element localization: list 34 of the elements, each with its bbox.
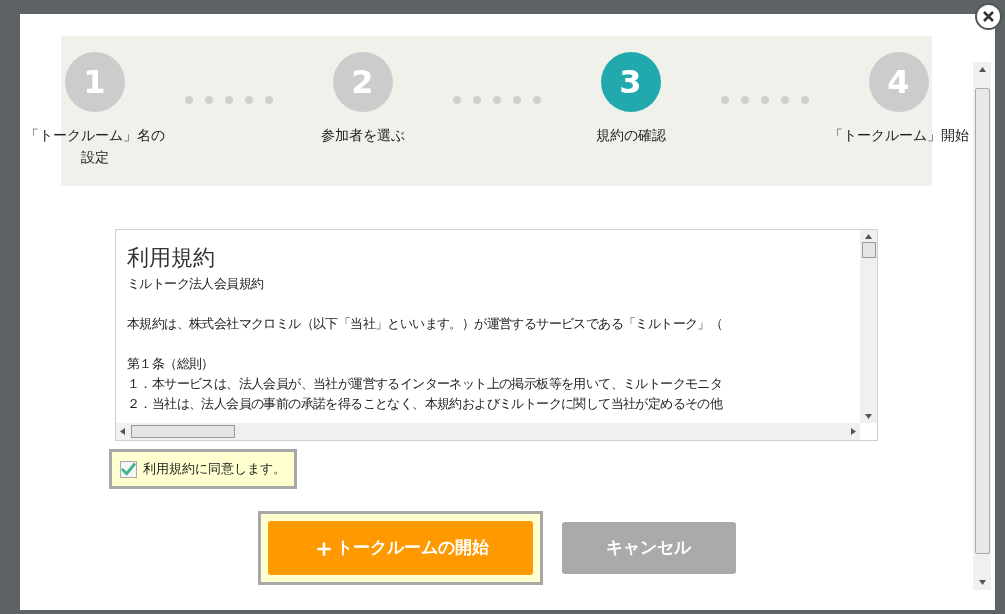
terms-text: １．本サービスは、法人会員が、当社が運営するインターネット上の掲示板等を用いて、ミルトークモニタ: [127, 375, 724, 393]
start-talkroom-button[interactable]: ＋トークルームの開始: [267, 521, 533, 575]
scroll-arrow-icon[interactable]: [978, 67, 986, 72]
step-label: 「トークルーム」名の設定: [23, 126, 166, 167]
terms-text: 本規約は、株式会社マクロミル（以下「当社」といいます。）が運営するサービスである「ミルトーク」（: [127, 315, 724, 333]
scroll-arrow-icon[interactable]: [851, 428, 856, 435]
scroll-thumb[interactable]: [861, 242, 876, 258]
horizontal-scrollbar[interactable]: [116, 423, 860, 440]
dotted-connector-icon: [451, 96, 542, 104]
agree-checkbox[interactable]: 利用規約に同意します。: [109, 449, 297, 489]
step-number: 3: [600, 52, 661, 112]
terms-title: 利用規約: [127, 244, 216, 272]
step-label: 「トークルーム」開始: [827, 126, 970, 145]
checkmark-icon: [121, 462, 136, 476]
scroll-arrow-icon[interactable]: [120, 428, 125, 435]
vertical-scrollbar[interactable]: [860, 230, 877, 423]
scroll-thumb[interactable]: [131, 425, 235, 438]
terms-text: ２．当社は、法人会員の事前の承諾を得ることなく、本規約およびミルトークに関して当社が定めるその他: [127, 395, 724, 413]
terms-text: 第１条（総則）: [127, 355, 215, 373]
modal-scrollbar[interactable]: [973, 62, 991, 590]
scroll-arrow-icon[interactable]: [978, 580, 986, 585]
dotted-connector-icon: [719, 96, 810, 104]
dotted-connector-icon: [183, 96, 274, 104]
close-button[interactable]: [975, 3, 1002, 30]
scroll-arrow-icon[interactable]: [865, 414, 872, 419]
scroll-arrow-icon[interactable]: [865, 234, 872, 239]
scroll-thumb[interactable]: [974, 88, 990, 554]
terms-text: ミルトーク法人会員規約: [127, 275, 265, 293]
step-label: 規約の確認: [594, 126, 667, 145]
close-icon: [983, 11, 994, 22]
agree-label: 利用規約に同意します。: [143, 460, 286, 479]
checkbox[interactable]: [120, 460, 137, 478]
step-label: 参加者を選ぶ: [319, 126, 406, 145]
cancel-button[interactable]: キャンセル: [561, 522, 736, 574]
